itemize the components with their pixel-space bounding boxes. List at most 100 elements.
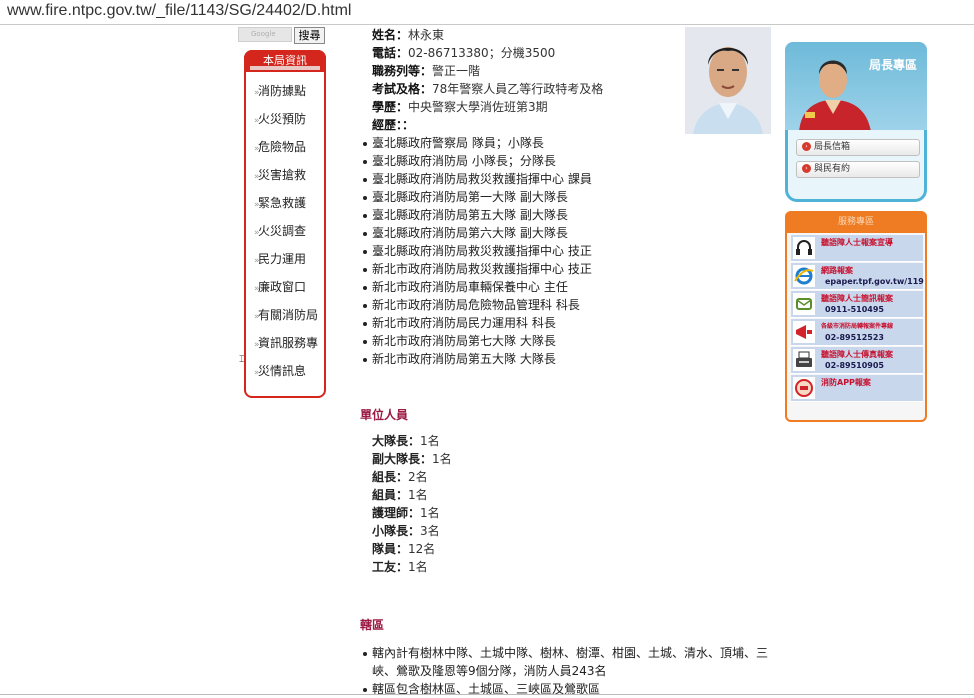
menu-item[interactable]: »消防據點 bbox=[254, 82, 318, 110]
staff-count: 3名 bbox=[420, 524, 440, 538]
list-item: 新北市政府消防局第五大隊 大隊長 bbox=[363, 350, 592, 368]
menu-item[interactable]: »火災調查 bbox=[254, 222, 318, 250]
menu-item-label[interactable]: 消防據點 bbox=[258, 84, 306, 98]
rank-value: 警正一階 bbox=[432, 64, 481, 78]
staff-label: 工友： bbox=[372, 560, 409, 574]
menu-item-label[interactable]: 民力運用 bbox=[258, 252, 306, 266]
list-item: 臺北縣政府消防局第一大隊 副大隊長 bbox=[363, 188, 592, 206]
staff-count: 1名 bbox=[420, 434, 440, 448]
staff-label: 副大隊長： bbox=[372, 452, 433, 466]
staff-label: 組長： bbox=[372, 470, 409, 484]
megaphone-icon bbox=[793, 321, 815, 343]
menu-item[interactable]: »災情訊息 bbox=[254, 362, 318, 390]
menu-item-label[interactable]: 廉政窗口 bbox=[258, 280, 306, 294]
name-row: 姓名：林永東 bbox=[372, 26, 603, 44]
bullet-icon: » bbox=[254, 256, 260, 266]
experience-label: 經歷：： bbox=[372, 118, 415, 132]
meet-public-button[interactable]: › 與民有約 bbox=[796, 161, 920, 178]
meet-public-label: 與民有約 bbox=[814, 164, 851, 174]
area-section-title: 轄區 bbox=[360, 618, 385, 632]
profile-info: 姓名：林永東 電話：02-86713380；分機3500 職務列等：警正一階 考… bbox=[372, 26, 603, 134]
service-item-title: 聽語障人士簡訊報案 bbox=[821, 294, 893, 303]
staff-count: 2名 bbox=[408, 470, 428, 484]
service-item[interactable]: 網路報案 epaper.tpf.gov.tw/119 bbox=[791, 263, 924, 290]
service-item[interactable]: 聽語障人士傳真報案 02-89510905 bbox=[791, 347, 923, 374]
menu-item[interactable]: »災害搶救 bbox=[254, 166, 318, 194]
service-panel-title: 服務專區 bbox=[785, 211, 927, 233]
list-item: 轄內計有樹林中隊、土城中隊、樹林、樹潭、柑園、土城、清水、頂埔、三峽、鶯歌及隆恩… bbox=[363, 644, 772, 680]
service-item-title: 聽語障人士報案宣導 bbox=[821, 238, 893, 247]
chief-panel: 局長專區 › 局長信箱 › 與民有約 bbox=[785, 42, 927, 202]
exam-row: 考試及格：78年警察人員乙等行政特考及格 bbox=[372, 80, 603, 98]
app-icon bbox=[793, 377, 815, 399]
menu-item[interactable]: »危險物品 bbox=[254, 138, 318, 166]
service-item-title: 聽語障人士傳真報案 bbox=[821, 350, 893, 359]
staff-label: 隊員： bbox=[372, 542, 409, 556]
bullet-icon: » bbox=[254, 284, 260, 294]
service-item[interactable]: 各級市消防局轉報案件專線 02-89512523 bbox=[791, 319, 923, 346]
name-label: 姓名： bbox=[372, 28, 409, 42]
chief-links: › 局長信箱 › 與民有約 bbox=[785, 130, 927, 202]
staff-label: 小隊長： bbox=[372, 524, 421, 538]
headset-icon bbox=[793, 237, 815, 259]
list-item: 新北市政府消防局車輛保養中心 主任 bbox=[363, 278, 592, 296]
menu-item-label[interactable]: 火災預防 bbox=[258, 112, 306, 126]
menu-item-label[interactable]: 緊急救護 bbox=[258, 196, 306, 210]
rank-label: 職務列等： bbox=[372, 64, 433, 78]
menu-item[interactable]: »有關消防局 bbox=[254, 306, 318, 334]
menu-item[interactable]: »緊急救護 bbox=[254, 194, 318, 222]
staff-count: 1名 bbox=[408, 560, 428, 574]
staff-row: 小隊長：3名 bbox=[372, 522, 452, 540]
menu-item[interactable]: »民力運用 bbox=[254, 250, 318, 278]
address-bar[interactable]: www.fire.ntpc.gov.tw/_file/1143/SG/24402… bbox=[0, 0, 974, 25]
staff-label: 大隊長： bbox=[372, 434, 421, 448]
menu-item-label[interactable]: 危險物品 bbox=[258, 140, 306, 154]
chief-mailbox-label: 局長信箱 bbox=[814, 142, 851, 152]
phone-row: 電話：02-86713380；分機3500 bbox=[372, 44, 603, 62]
menu-item-label[interactable]: 災害搶救 bbox=[258, 168, 306, 182]
rank-row: 職務列等：警正一階 bbox=[372, 62, 603, 80]
list-item: 新北市政府消防局民力運用科 科長 bbox=[363, 314, 592, 332]
bullet-icon: » bbox=[254, 312, 260, 322]
staff-row: 工友：1名 bbox=[372, 558, 452, 576]
service-item-detail: 02-89512523 bbox=[825, 333, 884, 342]
menu-item[interactable]: »火災預防 bbox=[254, 110, 318, 138]
service-item[interactable]: 聽語障人士報案宣導 bbox=[791, 235, 923, 262]
service-item[interactable]: 消防APP報案 bbox=[791, 375, 923, 402]
staff-row: 護理師：1名 bbox=[372, 504, 452, 522]
service-item[interactable]: 聽語障人士簡訊報案 0911-510495 bbox=[791, 291, 923, 318]
search-button[interactable]: 搜尋 bbox=[294, 27, 325, 44]
bullet-icon: » bbox=[254, 88, 260, 98]
experience-list: 臺北縣政府警察局 隊員；小隊長 臺北縣政府消防局 小隊長；分隊長 臺北縣政府消防… bbox=[360, 134, 592, 368]
arrow-right-icon: › bbox=[802, 164, 811, 173]
list-item: 臺北縣政府警察局 隊員；小隊長 bbox=[363, 134, 592, 152]
menu-item-label[interactable]: 災情訊息 bbox=[258, 364, 306, 378]
staff-section-title: 單位人員 bbox=[360, 408, 409, 422]
menu-item-label[interactable]: 資訊服務專 bbox=[258, 336, 318, 350]
left-menu-title: 本局資訊 bbox=[244, 50, 326, 72]
bullet-icon: » bbox=[254, 144, 260, 154]
list-item: 新北市政府消防局第七大隊 大隊長 bbox=[363, 332, 592, 350]
search-input[interactable]: Google bbox=[238, 27, 292, 42]
chief-mailbox-button[interactable]: › 局長信箱 bbox=[796, 139, 920, 156]
list-item: 臺北縣政府消防局 小隊長；分隊長 bbox=[363, 152, 592, 170]
staff-row: 組員：1名 bbox=[372, 486, 452, 504]
arrow-right-icon: › bbox=[802, 142, 811, 151]
menu-item[interactable]: »資訊服務專 bbox=[254, 334, 318, 362]
list-item: 新北市政府消防局危險物品管理科 科長 bbox=[363, 296, 592, 314]
chief-banner[interactable]: 局長專區 bbox=[785, 42, 927, 132]
education-value: 中央警察大學消佐班第3期 bbox=[408, 100, 548, 114]
menu-item-label[interactable]: 火災調查 bbox=[258, 224, 306, 238]
list-item: 臺北縣政府消防局第五大隊 副大隊長 bbox=[363, 206, 592, 224]
service-item-detail: 0911-510495 bbox=[825, 305, 884, 314]
menu-item-label[interactable]: 有關消防局 bbox=[258, 308, 318, 322]
portrait-photo bbox=[685, 27, 771, 134]
service-item-detail: 02-89510905 bbox=[825, 361, 884, 370]
bullet-icon: » bbox=[254, 200, 260, 210]
staff-count: 12名 bbox=[408, 542, 436, 556]
staff-row: 副大隊長：1名 bbox=[372, 450, 452, 468]
menu-item[interactable]: »廉政窗口 bbox=[254, 278, 318, 306]
education-label: 學歷： bbox=[372, 100, 409, 114]
url-text[interactable]: www.fire.ntpc.gov.tw/_file/1143/SG/24402… bbox=[7, 2, 351, 20]
left-menu-list: »消防據點 »火災預防 »危險物品 »災害搶救 »緊急救護 »火災調查 »民力運… bbox=[254, 82, 318, 390]
